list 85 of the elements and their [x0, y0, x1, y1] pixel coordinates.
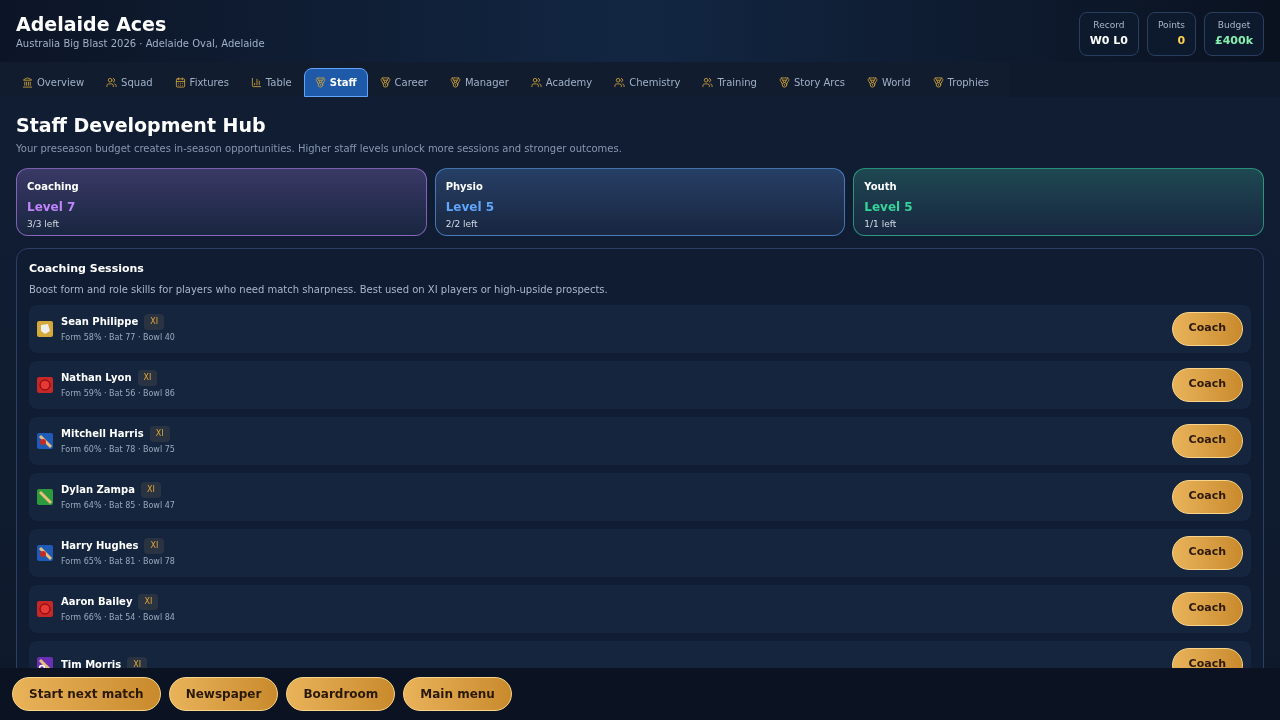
player-name: Nathan Lyon	[61, 371, 132, 385]
role-icon	[37, 432, 53, 449]
staff-name: Physio	[445, 180, 484, 194]
role-icon	[37, 656, 53, 668]
stat-value: W0 L0	[1089, 32, 1128, 49]
staff-level: Level 5	[445, 199, 496, 216]
tab-icon	[106, 77, 118, 88]
player-stats: Form 58% · Bat 77 · Bowl 40	[61, 331, 175, 344]
nav-tab[interactable]: World	[856, 68, 921, 97]
player-stats: Form 66% · Bat 54 · Bowl 84	[61, 611, 175, 624]
page-description: Your preseason budget creates in-season opportunities. Higher staff levels unlock more sessions and stronger outcomes.	[16, 142, 623, 156]
tab-icon	[314, 77, 326, 88]
coach-button[interactable]: Coach	[1171, 591, 1243, 626]
sessions-left: 1/1 left	[864, 218, 898, 231]
role-icon	[37, 320, 53, 337]
coach-button[interactable]: Coach	[1171, 367, 1243, 402]
player-stats: Form 59% · Bat 56 · Bowl 86	[61, 387, 175, 400]
nav-tab[interactable]: Squad	[96, 68, 163, 97]
tab-icon	[22, 77, 33, 88]
nav-tab[interactable]: Story Arcs	[768, 68, 855, 97]
nav-tab[interactable]: Manager	[439, 68, 519, 97]
stat-label: Record	[1093, 19, 1125, 32]
sessions-left: 2/2 left	[445, 218, 479, 231]
tab-icon	[449, 77, 461, 88]
player-name: Mitchell Harris	[61, 427, 144, 441]
footer-button[interactable]: Start next match	[12, 677, 161, 711]
player-stats: Form 60% · Bat 78 · Bowl 75	[61, 443, 175, 456]
panel-title: Coaching Sessions	[29, 261, 145, 277]
role-icon	[37, 600, 53, 617]
coach-button[interactable]: Coach	[1171, 479, 1243, 514]
player-badge: XI	[127, 656, 148, 668]
player-stats: Form 64% · Bat 85 · Bowl 47	[61, 499, 175, 512]
player-badge: XI	[149, 425, 170, 442]
footer-button[interactable]: Newspaper	[168, 677, 279, 711]
tab-icon	[614, 77, 626, 88]
player-badge: XI	[144, 313, 164, 330]
player-name: Dylan Zampa	[61, 483, 135, 497]
tab-icon	[778, 77, 790, 88]
player-name: Tim Morris	[61, 658, 122, 668]
player-name: Harry Hughes	[61, 539, 139, 553]
coach-button[interactable]: Coach	[1171, 647, 1243, 668]
team-subtitle: Australia Big Blast 2026 · Adelaide Oval, Adelaide	[16, 37, 265, 51]
nav-tab[interactable]: Career	[369, 68, 438, 97]
nav-tab[interactable]: Staff	[303, 68, 368, 97]
nav-tab[interactable]: Trophies	[922, 68, 1000, 97]
tab-icon	[866, 77, 878, 88]
stat-label: Budget	[1217, 19, 1251, 32]
coach-button[interactable]: Coach	[1171, 423, 1243, 458]
stat-label: Points	[1158, 19, 1186, 32]
tab-icon	[174, 77, 186, 88]
staff-name: Youth	[864, 180, 898, 194]
tab-icon	[932, 77, 944, 88]
player-badge: XI	[138, 593, 159, 610]
tab-icon	[530, 77, 542, 88]
coach-button[interactable]: Coach	[1171, 535, 1243, 570]
staff-name: Coaching	[27, 180, 80, 194]
page-title: Staff Development Hub	[16, 113, 267, 137]
sessions-left: 3/3 left	[27, 218, 60, 231]
role-icon	[37, 376, 53, 393]
nav-tab[interactable]: Academy	[520, 68, 603, 97]
nav-tab[interactable]: Chemistry	[604, 68, 691, 97]
player-badge: XI	[137, 369, 158, 386]
team-name: Adelaide Aces	[16, 12, 168, 36]
player-stats: Form 65% · Bat 81 · Bowl 78	[61, 555, 175, 568]
player-badge: XI	[140, 481, 161, 498]
player-name: Aaron Bailey	[61, 595, 133, 609]
role-icon	[37, 488, 53, 505]
nav-tab[interactable]: Training	[692, 68, 767, 97]
panel-description: Boost form and role skills for players who need match sharpness. Best used on XI players or high-upside prospects.	[29, 282, 609, 297]
staff-level: Level 7	[27, 199, 77, 216]
stat-value: 0	[1177, 32, 1186, 49]
stat-value: £400k	[1215, 32, 1253, 49]
nav-tab[interactable]: Table	[240, 68, 302, 97]
footer-button[interactable]: Main menu	[403, 677, 512, 711]
player-name: Sean Philippe	[61, 315, 139, 329]
staff-level: Level 5	[864, 199, 914, 216]
tab-icon	[702, 77, 714, 88]
tab-icon	[250, 77, 262, 88]
coach-button[interactable]: Coach	[1171, 311, 1243, 346]
player-badge: XI	[144, 537, 165, 554]
footer-button[interactable]: Boardroom	[286, 677, 396, 711]
nav-tab[interactable]: Fixtures	[164, 68, 239, 97]
tab-icon	[379, 77, 391, 88]
nav-tab[interactable]: Overview	[12, 68, 95, 97]
role-icon	[37, 544, 53, 561]
